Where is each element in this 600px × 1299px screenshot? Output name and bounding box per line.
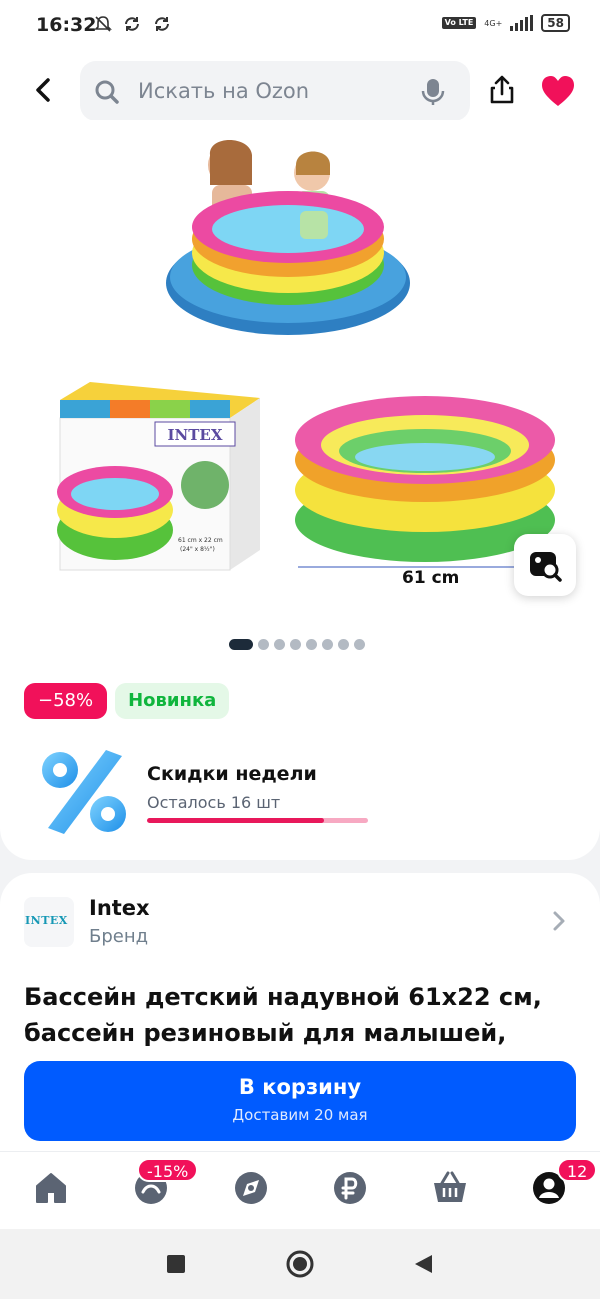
bottom-tab-bar: -15% 12	[0, 1152, 600, 1228]
status-time: 16:32	[36, 14, 97, 36]
product-image-gallery[interactable]: INTEX 61 cm x 22 cm (24" x 8½") 61 cm	[0, 120, 600, 620]
chevron-right-icon[interactable]	[550, 910, 568, 932]
product-card: INTEX 61 cm x 22 cm (24" x 8½") 61 cm −5…	[0, 120, 600, 860]
ruble-icon[interactable]	[332, 1170, 368, 1206]
gallery-dot[interactable]	[322, 639, 333, 650]
signal-icon	[510, 15, 534, 31]
brand-logo[interactable]: INTEX	[24, 897, 74, 947]
visual-search-button[interactable]	[514, 534, 576, 596]
badges-row: −58% Новинка	[24, 683, 230, 719]
recents-square-icon[interactable]	[166, 1254, 186, 1274]
promo-title[interactable]: Скидки недели	[147, 763, 317, 785]
new-badge: Новинка	[115, 683, 230, 719]
search-input[interactable]: Искать на Ozon	[80, 61, 470, 121]
gallery-dot[interactable]	[338, 639, 349, 650]
gallery-dot[interactable]	[354, 639, 365, 650]
promo-progress-bar	[147, 818, 368, 823]
back-triangle-icon[interactable]	[412, 1253, 434, 1275]
promo-progress-fill	[147, 818, 324, 823]
status-bar: 16:32 Vo LTE 4G+ 58	[0, 0, 600, 54]
sync-icon-2	[154, 17, 169, 31]
search-icon	[95, 80, 119, 104]
brand-logo-text: INTEX	[25, 914, 68, 927]
promo-stock-left: Осталось 16 шт	[147, 793, 281, 812]
brand-subtitle: Бренд	[89, 926, 149, 947]
gallery-dot[interactable]	[274, 639, 285, 650]
box-size-inches-label: (24" x 8½")	[180, 546, 215, 553]
back-button[interactable]	[26, 72, 62, 108]
gallery-dot[interactable]	[229, 639, 253, 650]
bell-off-icon	[94, 16, 112, 32]
system-navigation-bar	[0, 1229, 600, 1299]
product-title: Бассейн детский надувной 61х22 см, бассе…	[24, 983, 542, 1047]
search-placeholder: Искать на Ozon	[138, 79, 310, 103]
favorite-heart-icon[interactable]	[540, 74, 576, 108]
image-search-icon	[530, 552, 562, 582]
brand-name[interactable]: Intex	[89, 896, 150, 920]
gallery-dot[interactable]	[290, 639, 301, 650]
home-icon[interactable]	[33, 1170, 69, 1206]
volte-indicator: Vo LTE	[441, 17, 477, 29]
network-type: 4G+	[484, 18, 503, 28]
dimension-label: 61 cm	[402, 568, 460, 588]
fresh-discount-badge: -15%	[137, 1158, 199, 1182]
top-navigation: Искать на Ozon	[0, 54, 600, 130]
product-photo-box: INTEX 61 cm x 22 cm (24" x 8½")	[57, 382, 260, 571]
back-arrow-icon	[36, 78, 50, 102]
box-brand-label: INTEX	[168, 426, 223, 444]
gallery-pagination	[229, 639, 365, 650]
discount-badge: −58%	[24, 683, 108, 719]
percent-icon[interactable]	[34, 746, 134, 838]
home-circle-icon[interactable]	[285, 1249, 315, 1279]
microphone-icon[interactable]	[420, 78, 446, 106]
share-icon[interactable]	[486, 74, 518, 106]
profile-notification-badge: 12	[557, 1158, 598, 1182]
notification-icons	[94, 15, 171, 38]
sync-icon	[125, 17, 140, 31]
add-to-cart-button[interactable]: В корзину Доставим 20 мая	[24, 1061, 576, 1141]
delivery-date: Доставим 20 мая	[232, 1106, 368, 1124]
cart-icon[interactable]	[432, 1170, 468, 1206]
compass-icon[interactable]	[233, 1170, 269, 1206]
add-to-cart-label: В корзину	[238, 1075, 362, 1099]
product-photo-pool-with-kids	[166, 140, 410, 335]
gallery-dot[interactable]	[258, 639, 269, 650]
battery-indicator: 58	[541, 14, 570, 32]
gallery-dot[interactable]	[306, 639, 317, 650]
box-size-label: 61 cm x 22 cm	[178, 537, 223, 544]
